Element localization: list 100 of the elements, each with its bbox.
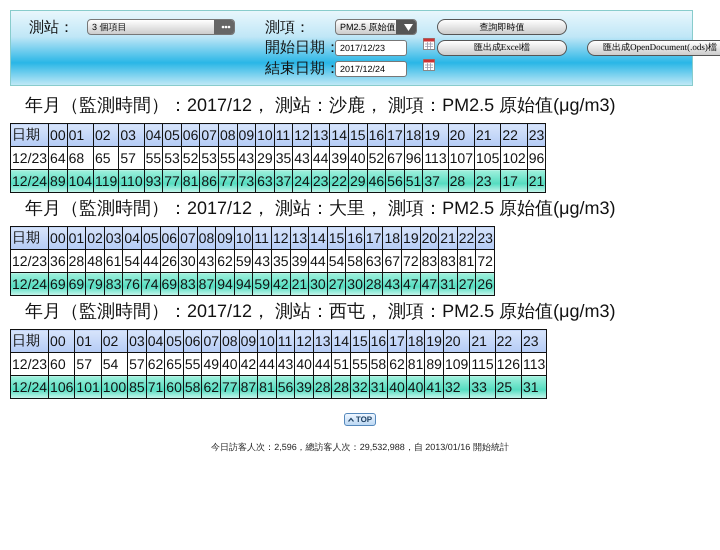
- hour-header: 01: [67, 226, 86, 250]
- hour-header: 17: [388, 330, 406, 352]
- hour-header: 08: [218, 124, 238, 146]
- table-cell: 69: [67, 272, 86, 296]
- station-dropdown[interactable]: 3 個項目: [87, 19, 235, 35]
- hour-header: 08: [220, 330, 240, 352]
- hour-header: 12: [294, 330, 314, 352]
- station-label: 測站：: [29, 18, 75, 36]
- table-cell: 28: [448, 170, 474, 192]
- hour-header: 04: [122, 226, 142, 250]
- hour-header: 20: [420, 226, 439, 250]
- visitor-count-text: 今日訪客人次：2,596，總訪客人次：29,532,988，自 2013/01/16 開始統計: [210, 441, 510, 454]
- table-cell: 58: [183, 376, 202, 398]
- table-cell: 30: [346, 272, 364, 296]
- table-cell: 63: [256, 170, 274, 192]
- date-header: 日期: [10, 226, 49, 250]
- table-cell: 25: [495, 376, 522, 398]
- table-cell: 59: [252, 272, 272, 296]
- start-date-label: 開始日期：: [265, 38, 335, 57]
- table-cell: 23: [474, 170, 501, 192]
- hour-header: 16: [346, 226, 364, 250]
- table-cell: 87: [239, 376, 258, 398]
- table-cell: 47: [420, 272, 439, 296]
- table-cell: 73: [237, 170, 256, 192]
- export-excel-button[interactable]: 匯出成Excel檔: [437, 40, 567, 56]
- hour-header: 19: [422, 124, 448, 146]
- hour-header: 20: [448, 124, 474, 146]
- hour-header: 00: [48, 330, 75, 352]
- table-cell: 28: [313, 376, 332, 398]
- hour-header: 19: [424, 330, 444, 352]
- table-cell: 60: [164, 376, 184, 398]
- hour-header: 13: [311, 124, 330, 146]
- hour-header: 04: [144, 124, 163, 146]
- hour-header: 10: [256, 124, 274, 146]
- table-cell: 69: [160, 272, 179, 296]
- table-cell: 85: [128, 376, 146, 398]
- hour-header: 01: [74, 330, 102, 352]
- hour-header: 01: [67, 124, 94, 146]
- table-cell: 39: [294, 376, 314, 398]
- hour-header: 03: [128, 330, 146, 352]
- table-cell: 21: [527, 170, 546, 192]
- hour-header: 19: [402, 226, 420, 250]
- hour-header: 14: [308, 226, 328, 250]
- query-button[interactable]: 查詢即時值: [437, 19, 567, 35]
- hour-header: 20: [443, 330, 470, 352]
- export-ods-button[interactable]: 匯出成OpenDocument(.ods)檔: [587, 40, 720, 56]
- table-cell: 69: [48, 272, 68, 296]
- hour-header: 04: [146, 330, 165, 352]
- hour-header: 15: [327, 226, 346, 250]
- table-cell: 27: [457, 272, 476, 296]
- hour-header: 10: [258, 330, 276, 352]
- table-cell: 30: [308, 272, 328, 296]
- hour-header: 03: [118, 124, 144, 146]
- item-dropdown[interactable]: PM2.5 原始值: [335, 19, 417, 35]
- table-cell: 31: [369, 376, 388, 398]
- hour-header: 00: [48, 124, 68, 146]
- hour-header: 02: [101, 330, 128, 352]
- table-cell: 101: [74, 376, 102, 398]
- hour-header: 21: [474, 124, 501, 146]
- hour-header: 18: [382, 226, 402, 250]
- section-heading: 年月（監測時間）：2017/12， 測站：大里， 測項：PM2.5 原始值(μg/m3): [25, 197, 616, 220]
- end-date-label: 結束日期：: [265, 59, 335, 78]
- section-heading: 年月（監測時間）：2017/12， 測站：沙鹿， 測項：PM2.5 原始值(μg/m3): [25, 94, 616, 117]
- date-cell: 12/24: [10, 376, 49, 398]
- table-cell: 43: [382, 272, 402, 296]
- table-cell: 31: [438, 272, 458, 296]
- hour-header: 15: [348, 124, 368, 146]
- end-date-field[interactable]: 2017/12/24: [335, 60, 407, 76]
- table-cell: 42: [271, 272, 290, 296]
- hour-header: 22: [500, 124, 528, 146]
- table-cell: 28: [332, 376, 351, 398]
- table-cell: 29: [348, 170, 368, 192]
- table-cell: 94: [234, 272, 253, 296]
- start-date-field[interactable]: 2017/12/23: [335, 40, 407, 56]
- table-cell: 83: [178, 272, 198, 296]
- hour-header: 05: [164, 330, 184, 352]
- hour-header: 06: [160, 226, 179, 250]
- section-heading: 年月（監測時間）：2017/12， 測站：西屯， 測項：PM2.5 原始值(μg/m3): [25, 300, 616, 323]
- date-header: 日期: [10, 330, 49, 352]
- table-cell: 41: [424, 376, 444, 398]
- table-cell: 71: [146, 376, 165, 398]
- table-cell: 100: [101, 376, 128, 398]
- more-icon: [214, 20, 234, 34]
- date-header: 日期: [10, 124, 49, 146]
- hour-header: 12: [292, 124, 312, 146]
- table-cell: 37: [422, 170, 448, 192]
- hour-header: 23: [522, 330, 547, 352]
- hour-header: 13: [290, 226, 309, 250]
- table-cell: 106: [48, 376, 75, 398]
- hour-header: 23: [527, 124, 546, 146]
- table-cell: 110: [118, 170, 144, 192]
- table-cell: 32: [443, 376, 470, 398]
- hour-header: 17: [364, 226, 383, 250]
- table-cell: 22: [330, 170, 348, 192]
- table-cell: 87: [197, 272, 216, 296]
- table-cell: 62: [202, 376, 221, 398]
- table-cell: 77: [218, 170, 238, 192]
- top-link[interactable]: TOP: [344, 413, 376, 426]
- hour-header: 23: [476, 226, 494, 250]
- table-cell: 119: [93, 170, 119, 192]
